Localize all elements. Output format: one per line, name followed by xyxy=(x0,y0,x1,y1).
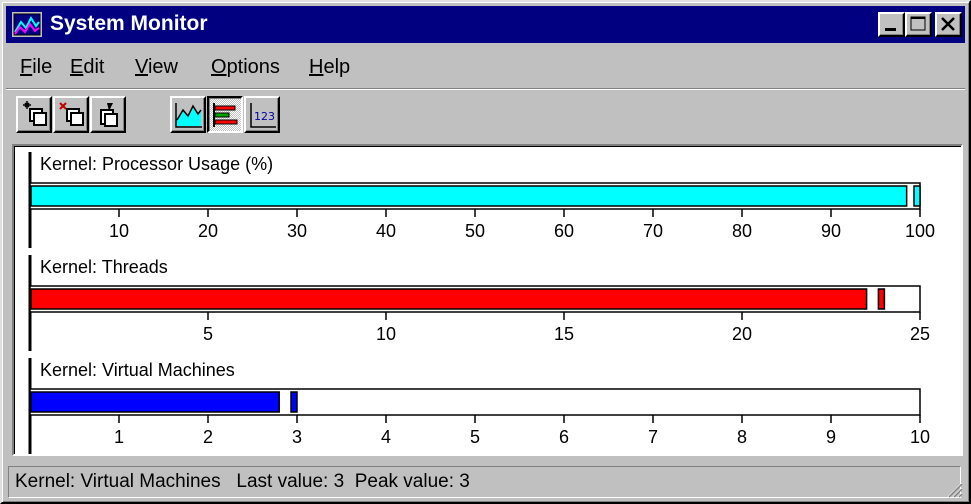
menu-options[interactable]: Options xyxy=(211,50,280,84)
tick-label: 9 xyxy=(826,427,836,447)
chart-title: Kernel: Threads xyxy=(40,257,168,277)
close-button[interactable] xyxy=(935,12,962,37)
numeric-chart-label: 123 xyxy=(254,110,275,123)
resize-grip-icon[interactable] xyxy=(945,480,963,498)
add-item-icon xyxy=(23,101,47,126)
maximize-button[interactable] xyxy=(905,12,932,37)
tick-label: 50 xyxy=(465,221,485,241)
tick-label: 6 xyxy=(559,427,569,447)
tick-label: 10 xyxy=(109,221,129,241)
tick-label: 3 xyxy=(292,427,302,447)
system-monitor-window: System Monitor File Edit View Options He… xyxy=(0,0,971,504)
system-monitor-icon xyxy=(12,12,42,37)
numeric-chart-button[interactable]: 123 xyxy=(244,96,280,133)
tick-label: 5 xyxy=(470,427,480,447)
maximize-icon xyxy=(910,16,926,31)
tick-label: 10 xyxy=(910,427,930,447)
line-chart-icon xyxy=(175,103,202,128)
peak-marker xyxy=(913,185,921,207)
tick-label: 15 xyxy=(554,324,574,344)
menu-file[interactable]: File xyxy=(20,50,52,84)
chart-area: Kernel: Processor Usage (%) 10 20 30 40 50 60 7… xyxy=(12,144,963,456)
menu-edit[interactable]: Edit xyxy=(70,50,104,84)
minimize-button[interactable] xyxy=(878,12,905,37)
tick-label: 60 xyxy=(554,221,574,241)
tick-label: 30 xyxy=(287,221,307,241)
line-chart-button[interactable] xyxy=(170,96,206,133)
bar-charts: Kernel: Processor Usage (%) 10 20 30 40 50 60 7… xyxy=(28,152,935,454)
status-text: Kernel: Virtual Machines Last value: 3 P… xyxy=(15,471,470,492)
menu-separator xyxy=(6,88,965,90)
tick-label: 90 xyxy=(821,221,841,241)
value-bar[interactable] xyxy=(30,391,280,413)
tick-label: 40 xyxy=(376,221,396,241)
numeric-chart-icon: 123 xyxy=(250,103,276,128)
status-bar: Kernel: Virtual Machines Last value: 3 P… xyxy=(6,462,965,500)
peak-marker xyxy=(290,391,298,413)
tick-label: 7 xyxy=(648,427,658,447)
chart-title: Kernel: Processor Usage (%) xyxy=(40,154,273,174)
tick-label: 5 xyxy=(203,324,213,344)
tick-label: 25 xyxy=(910,324,930,344)
remove-item-button[interactable] xyxy=(53,96,89,133)
tick-label: 80 xyxy=(732,221,752,241)
chart-title: Kernel: Virtual Machines xyxy=(40,360,235,380)
tick-label: 20 xyxy=(198,221,218,241)
status-panel: Kernel: Virtual Machines Last value: 3 P… xyxy=(8,466,961,498)
value-bar[interactable] xyxy=(30,185,908,207)
value-bar[interactable] xyxy=(30,288,868,310)
bar-chart-icon xyxy=(213,103,238,127)
edit-item-icon xyxy=(100,103,118,127)
remove-item-icon xyxy=(59,102,84,126)
tick-label: 10 xyxy=(376,324,396,344)
menu-view[interactable]: View xyxy=(135,50,178,84)
add-item-button[interactable] xyxy=(16,96,52,133)
tick-label: 100 xyxy=(905,221,935,241)
minimize-icon xyxy=(885,28,896,31)
tick-label: 70 xyxy=(643,221,663,241)
tick-label: 1 xyxy=(114,427,124,447)
peak-marker xyxy=(877,288,886,310)
tick-label: 4 xyxy=(381,427,391,447)
close-icon xyxy=(941,17,955,31)
title-bar[interactable]: System Monitor xyxy=(6,6,965,43)
tick-label: 2 xyxy=(203,427,213,447)
tick-label: 20 xyxy=(732,324,752,344)
menu-help[interactable]: Help xyxy=(309,50,350,84)
bar-chart-button[interactable] xyxy=(207,96,243,133)
tick-label: 8 xyxy=(737,427,747,447)
window-title: System Monitor xyxy=(50,12,208,35)
edit-item-button[interactable] xyxy=(90,96,126,133)
